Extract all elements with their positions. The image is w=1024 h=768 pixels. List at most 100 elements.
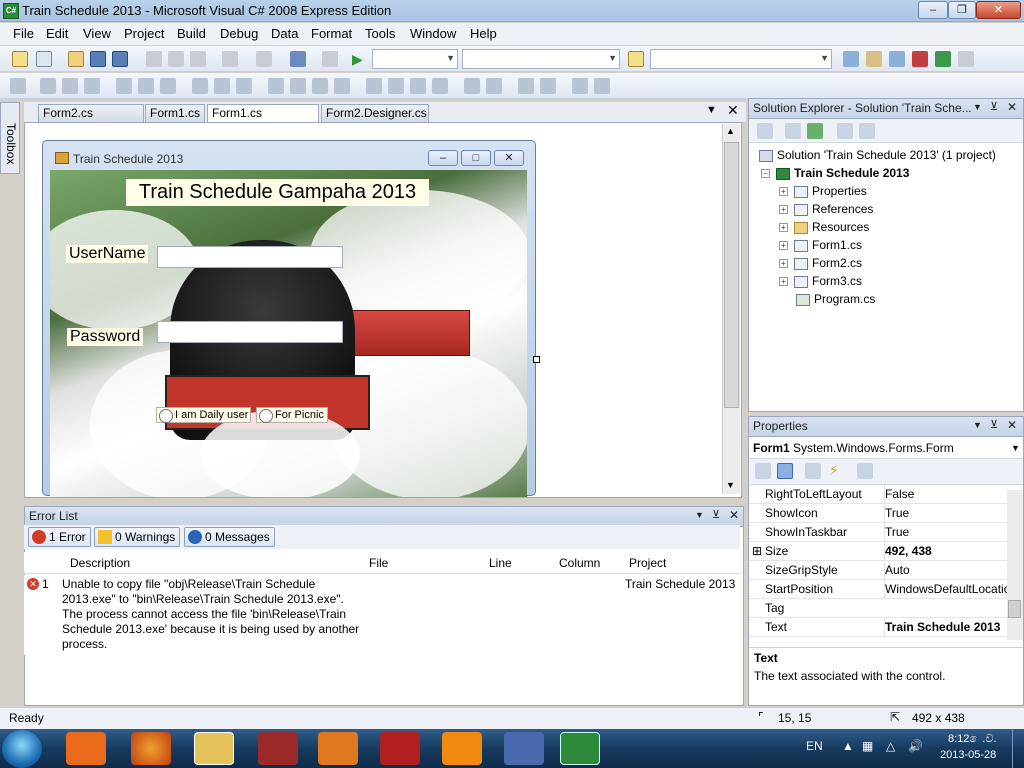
app3-taskbar-icon[interactable] xyxy=(380,732,420,765)
tree-project-node[interactable]: – Train Schedule 2013 xyxy=(759,164,1023,182)
daily-user-radio[interactable]: I am Daily user xyxy=(156,407,251,423)
show-all-files-icon[interactable] xyxy=(785,123,801,139)
panel-menu-icon[interactable]: ▼ xyxy=(973,102,982,112)
messages-filter-button[interactable]: 0 Messages xyxy=(184,527,275,547)
center-vertically-icon[interactable] xyxy=(486,78,502,94)
object-dropdown-icon[interactable]: ▼ xyxy=(1011,437,1020,459)
toolbox-tab[interactable]: Toolbox xyxy=(0,102,20,174)
tab-form1-design[interactable]: Form1.cs [Design]* xyxy=(207,104,319,134)
align-middles-icon[interactable] xyxy=(138,78,154,94)
start-button[interactable] xyxy=(2,730,42,768)
property-pages-icon[interactable] xyxy=(857,463,873,479)
language-indicator[interactable]: EN xyxy=(806,739,823,753)
menu-file[interactable]: File xyxy=(13,26,34,41)
expand-icon[interactable]: + xyxy=(779,223,788,233)
panel-close-icon[interactable]: ✕ xyxy=(729,508,739,522)
form-close-button[interactable]: ✕ xyxy=(494,150,524,166)
collapse-icon[interactable]: – xyxy=(761,169,770,179)
properties-icon[interactable] xyxy=(757,123,773,139)
start-debugging-icon[interactable]: ▶ xyxy=(352,51,363,68)
property-row[interactable]: Text Train Schedule 2013 xyxy=(749,618,1007,637)
panel-close-icon[interactable]: ✕ xyxy=(1007,100,1017,114)
clock-date[interactable]: 2013-05-28 xyxy=(940,749,996,761)
menu-project[interactable]: Project xyxy=(124,26,164,41)
tree-item-resources[interactable]: + Resources xyxy=(759,218,1023,236)
decrease-spacing-icon[interactable] xyxy=(312,78,328,94)
property-row[interactable]: RightToLeftLayout False xyxy=(749,485,1007,504)
events-icon[interactable]: ⚡ xyxy=(829,462,839,479)
paste-icon[interactable] xyxy=(190,51,206,67)
scroll-down-icon[interactable]: ▼ xyxy=(726,480,735,490)
expand-icon[interactable]: + xyxy=(779,259,788,269)
tree-item-program[interactable]: Program.cs xyxy=(759,290,1023,308)
view-designer-icon[interactable] xyxy=(859,123,875,139)
pin-icon[interactable]: ⊻ xyxy=(712,508,720,521)
tree-item-form1[interactable]: + Form1.cs xyxy=(759,236,1023,254)
find-combo[interactable]: ▼ xyxy=(650,49,832,69)
property-row[interactable]: SizeGripStyle Auto xyxy=(749,561,1007,580)
menu-view[interactable]: View xyxy=(83,26,111,41)
new-project-icon[interactable] xyxy=(12,51,28,67)
redo-icon[interactable] xyxy=(256,51,272,67)
menu-debug[interactable]: Debug xyxy=(220,26,258,41)
property-value[interactable]: Auto xyxy=(884,561,910,579)
property-scroll-thumb[interactable] xyxy=(1008,600,1021,618)
menu-help[interactable]: Help xyxy=(470,26,497,41)
warnings-filter-button[interactable]: 0 Warnings xyxy=(94,527,181,547)
col-line[interactable]: Line xyxy=(489,556,512,570)
start-page-icon[interactable] xyxy=(935,51,951,67)
scroll-thumb[interactable] xyxy=(724,142,739,408)
expand-icon[interactable]: + xyxy=(779,187,788,197)
explorer-taskbar-icon[interactable] xyxy=(194,732,234,765)
username-textbox[interactable] xyxy=(157,246,343,268)
expand-icon[interactable]: ⊞ xyxy=(752,542,762,560)
form-maximize-button[interactable]: □ xyxy=(461,150,491,166)
property-row[interactable]: ⊞ Size 492, 438 xyxy=(749,542,1007,561)
password-textbox[interactable] xyxy=(157,321,343,343)
error-row[interactable]: ✕ 1 Unable to copy file "obj\Release\Tra… xyxy=(24,575,740,655)
options-icon[interactable] xyxy=(958,51,974,67)
panel-close-icon[interactable]: ✕ xyxy=(1007,418,1017,432)
tab-form2-design[interactable]: Form2.cs [Design] xyxy=(38,104,144,134)
object-selector[interactable]: Form1 System.Windows.Forms.Form ▼ xyxy=(749,437,1023,459)
property-value[interactable]: True xyxy=(884,504,909,522)
app2-taskbar-icon[interactable] xyxy=(318,732,358,765)
expand-icon[interactable]: + xyxy=(779,205,788,215)
center-horizontally-icon[interactable] xyxy=(464,78,480,94)
errors-filter-button[interactable]: 1 Error xyxy=(28,527,91,547)
find-in-files-icon[interactable] xyxy=(628,51,644,67)
navigate-backward-icon[interactable] xyxy=(290,51,306,67)
col-file[interactable]: File xyxy=(369,556,388,570)
categorized-icon[interactable] xyxy=(755,463,771,479)
open-file-icon[interactable] xyxy=(68,51,84,67)
tree-item-properties[interactable]: + Properties xyxy=(759,182,1023,200)
picnic-radio[interactable]: For Picnic xyxy=(256,407,328,423)
properties-view-icon[interactable] xyxy=(805,463,821,479)
pin-icon[interactable]: ⊻ xyxy=(990,100,998,113)
remove-spacing-icon[interactable] xyxy=(334,78,350,94)
tree-solution-node[interactable]: Solution 'Train Schedule 2013' (1 projec… xyxy=(759,146,1023,164)
firefox-taskbar-icon[interactable] xyxy=(131,732,171,765)
panel-menu-icon[interactable]: ▼ xyxy=(695,510,704,520)
form-resize-handle[interactable] xyxy=(533,356,540,363)
alphabetical-icon[interactable] xyxy=(777,463,793,479)
col-project[interactable]: Project xyxy=(629,556,666,570)
make-same-width-icon[interactable] xyxy=(192,78,208,94)
property-value[interactable]: Train Schedule 2013 xyxy=(884,618,1000,636)
expand-icon[interactable]: + xyxy=(779,241,788,251)
property-value[interactable]: False xyxy=(884,485,914,503)
tab-form1-code[interactable]: Form1.cs xyxy=(145,104,205,122)
align-centers-icon[interactable] xyxy=(62,78,78,94)
menu-format[interactable]: Format xyxy=(311,26,352,41)
bring-to-front-icon[interactable] xyxy=(518,78,534,94)
lock-controls-icon[interactable] xyxy=(594,78,610,94)
increase-spacing-icon[interactable] xyxy=(290,78,306,94)
tray-flag-icon[interactable]: ▲ xyxy=(842,739,854,753)
expand-icon[interactable]: + xyxy=(779,277,788,287)
media-player-taskbar-icon[interactable] xyxy=(66,732,106,765)
properties-window-icon[interactable] xyxy=(866,51,882,67)
send-to-back-icon[interactable] xyxy=(540,78,556,94)
toolbox-tools-icon[interactable] xyxy=(912,51,928,67)
property-value[interactable]: True xyxy=(884,523,909,541)
close-button[interactable]: ✕ xyxy=(976,1,1021,19)
